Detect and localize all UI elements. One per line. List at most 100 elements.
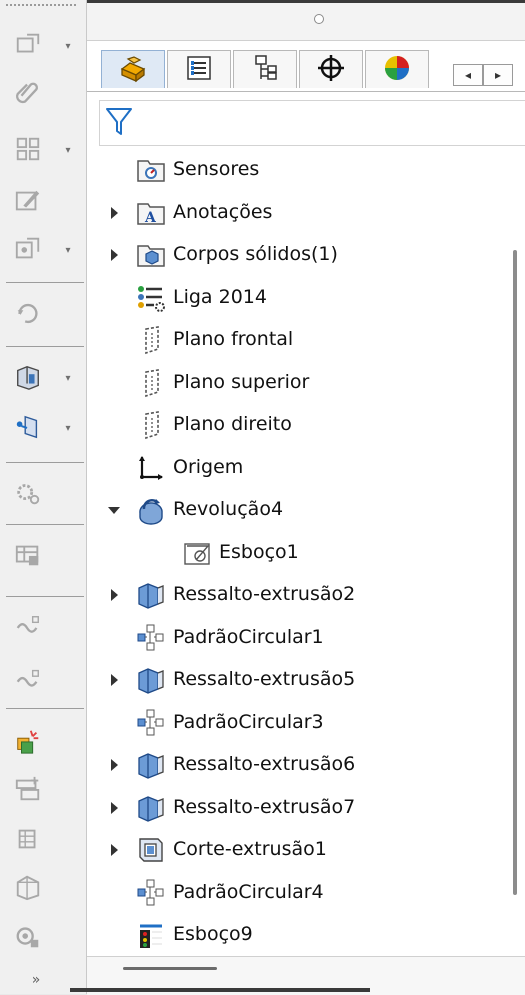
- expand-arrow-icon[interactable]: [107, 843, 121, 857]
- section-tool-button[interactable]: [8, 774, 48, 808]
- paperclip-tool-button[interactable]: [8, 78, 48, 112]
- expand-arrow-icon[interactable]: [107, 588, 121, 602]
- sketch-icon: [181, 537, 213, 569]
- more-tools-icon[interactable]: »: [28, 970, 44, 990]
- component-tool-button[interactable]: [8, 234, 48, 268]
- instant3d-tool-button[interactable]: [8, 726, 48, 760]
- reference-plane-icon: [14, 413, 42, 445]
- toolbar-separator: [6, 524, 84, 525]
- tree-item[interactable]: Sensores: [87, 150, 507, 190]
- configuration-icon: [250, 53, 280, 87]
- expand-arrow-icon[interactable]: [107, 206, 121, 220]
- sketch-tool-button[interactable]: [8, 30, 48, 64]
- toolbar-separator: [6, 282, 84, 283]
- box-feature-tool-button[interactable]: [8, 362, 48, 396]
- crosshair-icon: [316, 53, 346, 87]
- expand-arrow-icon[interactable]: [107, 801, 121, 815]
- tree-item-label: Liga 2014: [173, 285, 267, 308]
- chevron-down-icon[interactable]: ▾: [62, 145, 74, 157]
- color-ball-icon: [382, 53, 412, 87]
- spring2-tool-button[interactable]: [8, 664, 48, 698]
- grid-tool-button[interactable]: [8, 134, 48, 168]
- gears-tool-button[interactable]: [8, 478, 48, 512]
- tree-item-label: Esboço9: [173, 923, 253, 945]
- tree-item[interactable]: Liga 2014: [87, 278, 507, 318]
- chevron-down-icon[interactable]: ▾: [62, 373, 74, 385]
- toolbar-grip[interactable]: [6, 4, 76, 10]
- expand-arrow-icon[interactable]: [107, 673, 121, 687]
- table-tool-button[interactable]: [8, 540, 48, 574]
- tree-item[interactable]: PadrãoCircular3: [87, 703, 507, 743]
- edit-sketch-tool-button[interactable]: [8, 186, 48, 220]
- explode-tool-button[interactable]: [8, 824, 48, 858]
- panel-header: [87, 0, 525, 41]
- plane-icon: [135, 367, 167, 399]
- grid-icon: [14, 135, 42, 167]
- feature-manager-tab[interactable]: [101, 50, 165, 88]
- tree-item[interactable]: PadrãoCircular4: [87, 873, 507, 913]
- tree-item[interactable]: Esboço9: [87, 915, 507, 955]
- chevron-down-icon[interactable]: ▾: [62, 245, 74, 257]
- tree-item[interactable]: Plano direito: [87, 405, 507, 445]
- tree-item-label: Plano direito: [173, 413, 292, 435]
- horizontal-scroll-thumb[interactable]: [123, 967, 217, 970]
- revolve-icon: [135, 494, 167, 526]
- tree-item[interactable]: Ressalto-extrusão2: [87, 575, 507, 615]
- property-manager-tab[interactable]: [167, 50, 231, 88]
- vertical-scroll-thumb[interactable]: [513, 250, 517, 895]
- origin-icon: [135, 452, 167, 484]
- dimxpert-tab[interactable]: [299, 50, 363, 88]
- tree-item[interactable]: Origem: [87, 448, 507, 488]
- tree-item[interactable]: Plano superior: [87, 363, 507, 403]
- spring2-icon: [14, 665, 42, 697]
- tree-item[interactable]: A Anotações: [87, 193, 507, 233]
- filter-icon[interactable]: [106, 107, 132, 137]
- solid-bodies-icon: [135, 239, 167, 271]
- tree-item[interactable]: Plano frontal: [87, 320, 507, 360]
- tree-item-label: Sensores: [173, 158, 260, 180]
- configuration-manager-tab[interactable]: [233, 50, 297, 88]
- tree-item-label: Plano superior: [173, 370, 310, 393]
- tree-item-label: Revolução4: [173, 498, 284, 520]
- tree-item[interactable]: Revolução4: [87, 490, 507, 530]
- tree-item[interactable]: Corte-extrusão1: [87, 830, 507, 870]
- command-toolbar: ▾ ▾ ▾ ▾ ▾ »: [0, 0, 87, 994]
- circular-pattern-icon: [135, 707, 167, 739]
- chevron-down-icon[interactable]: ▾: [62, 41, 74, 53]
- tree-item[interactable]: Ressalto-extrusão6: [87, 745, 507, 785]
- tree-item-label: PadrãoCircular1: [173, 625, 324, 648]
- rotate-tool-button[interactable]: [8, 298, 48, 332]
- assembly-icon: [14, 873, 42, 905]
- feature-manager-panel: ◂ ▸ Sensores A Anotações Corpos sólidos(1) L…: [87, 0, 525, 995]
- section-icon: [14, 775, 42, 807]
- tree-item-label: Ressalto-extrusão5: [173, 668, 356, 690]
- expand-arrow-icon[interactable]: [107, 758, 121, 772]
- camera-tool-button[interactable]: [8, 922, 48, 956]
- cut-extrude-icon: [135, 834, 167, 866]
- rotate-icon: [14, 299, 42, 331]
- tree-item[interactable]: PadrãoCircular1: [87, 618, 507, 658]
- chevron-down-icon[interactable]: ▾: [62, 423, 74, 435]
- property-list-icon: [184, 53, 214, 87]
- spring-tool-button[interactable]: [8, 612, 48, 646]
- expand-arrow-icon[interactable]: [107, 248, 121, 262]
- box-feature-icon: [14, 363, 42, 395]
- tree-item-label: Ressalto-extrusão6: [173, 753, 356, 775]
- tree-filter-bar[interactable]: [99, 100, 525, 146]
- tab-scroll-right-button[interactable]: ▸: [483, 64, 513, 86]
- toolbar-separator: [6, 708, 84, 709]
- tree-item[interactable]: Corpos sólidos(1): [87, 235, 507, 275]
- tree-item[interactable]: Ressalto-extrusão7: [87, 788, 507, 828]
- window-edge: [87, 0, 525, 3]
- tree-item[interactable]: Esboço1: [87, 533, 507, 573]
- collapse-arrow-icon[interactable]: [107, 503, 121, 517]
- toolbar-separator: [6, 462, 84, 463]
- sensors-icon: [135, 154, 167, 186]
- display-manager-tab[interactable]: [365, 50, 429, 88]
- tree-item[interactable]: Ressalto-extrusão5: [87, 660, 507, 700]
- assembly-tool-button[interactable]: [8, 872, 48, 906]
- tab-scroll-left-button[interactable]: ◂: [453, 64, 483, 86]
- panel-resize-handle[interactable]: [314, 14, 324, 24]
- reference-plane-tool-button[interactable]: [8, 412, 48, 446]
- tree-vertical-scrollbar[interactable]: [507, 150, 525, 960]
